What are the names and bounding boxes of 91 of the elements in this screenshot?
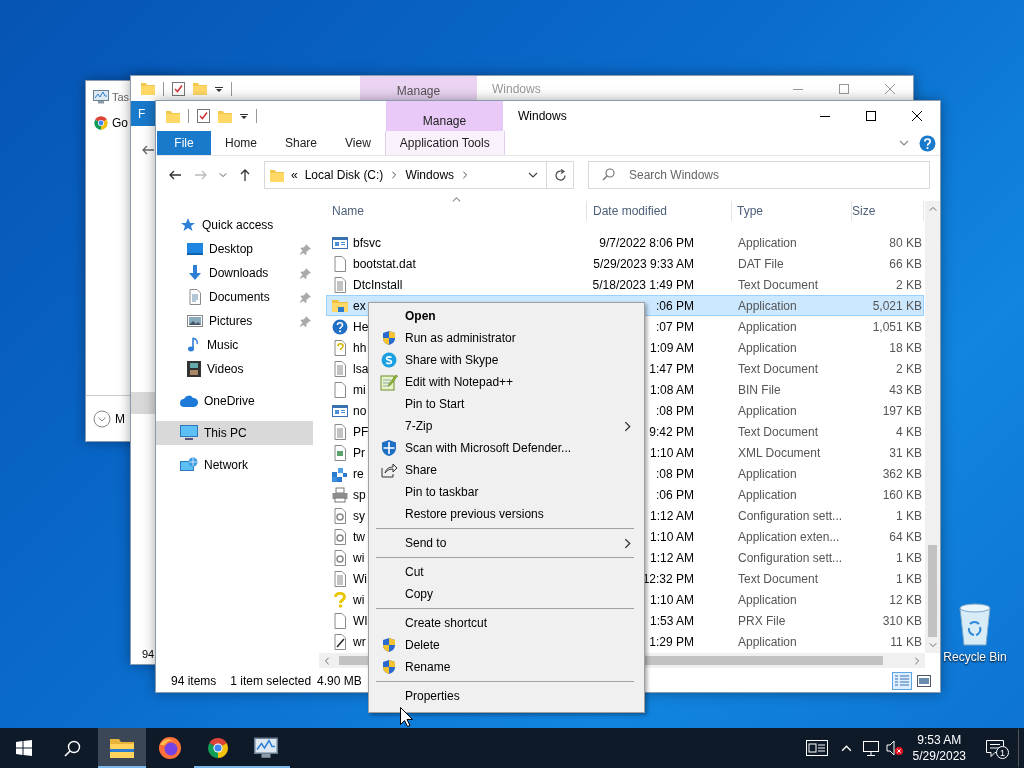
type-cell-text: Text Document (737, 361, 820, 376)
type-cell-text: Application (737, 466, 798, 481)
file-name: wi (353, 550, 365, 565)
type-cell-text: Text Document (737, 571, 820, 586)
type-cell-text: Text Document (737, 424, 820, 439)
type-cell-text: Application (737, 592, 798, 607)
file-name: bootstat.dat (353, 256, 416, 271)
type-cell-text: Configuration sett... (737, 508, 844, 523)
type-cell-text: Application (737, 487, 798, 502)
size-cell-text: 18 KB (888, 340, 923, 355)
date-cell: 1:29 PM (649, 634, 694, 649)
date-cell: 1:47 PM (649, 361, 694, 376)
size-cell-text: 31 KB (888, 445, 923, 460)
notification-count: 1 (996, 746, 1009, 759)
size-cell-text: 160 KB (881, 487, 923, 502)
date-cell: :06 PM (656, 298, 694, 313)
type-cell-text: Configuration sett... (737, 550, 844, 565)
size-cell-text: 2 KB (895, 361, 923, 376)
file-name: wr (353, 634, 366, 649)
size-cell-text: 12 KB (888, 592, 923, 607)
file-name: tw (353, 529, 365, 544)
file-name: bfsvc (353, 235, 381, 250)
size-cell-text: 310 KB (881, 613, 923, 628)
file-name: sy (353, 508, 365, 523)
selection-info: 1 item selected (230, 674, 312, 688)
contextual-tab-header: Manage (360, 76, 477, 101)
type-cell-text: PRX File (737, 613, 787, 628)
window-title: Windows (491, 80, 541, 98)
size-cell-text: 66 KB (888, 256, 923, 271)
date-cell: 5/18/2023 1:49 PM (592, 277, 694, 292)
date-cell: :08 PM (656, 403, 694, 418)
size-cell-text: 5,021 KB (871, 298, 923, 313)
selection-size: 4.90 MB (317, 674, 362, 688)
window-title: Tas (112, 91, 130, 103)
size-cell-text: 1 KB (895, 571, 923, 586)
type-cell-text: Application (737, 634, 798, 649)
date-cell: :08 PM (656, 466, 694, 481)
date-cell: 1:10 AM (649, 529, 694, 544)
type-cell-text: Application (737, 340, 798, 355)
contextual-tab-header: Manage (386, 101, 503, 131)
date-cell: 1:09 AM (649, 340, 694, 355)
size-cell-text: 2 KB (895, 277, 923, 292)
date-cell: 9/7/2022 8:06 PM (599, 235, 694, 250)
size-cell-text: 197 KB (881, 403, 923, 418)
type-cell-text: DAT File (737, 256, 785, 271)
process-name: Go (112, 116, 128, 130)
type-cell-text: Application (737, 403, 798, 418)
file-name: Pr (353, 445, 365, 460)
date-cell: 1:12 AM (649, 550, 694, 565)
size-cell-text: 1 KB (895, 550, 923, 565)
file-name: sp (353, 487, 366, 502)
size-cell-text: 4 KB (895, 424, 923, 439)
date-cell: 5/29/2023 9:33 AM (593, 256, 694, 271)
type-cell-text: XML Document (737, 445, 822, 460)
item-count: 94 items (171, 674, 217, 688)
size-cell-text: 1 KB (895, 508, 923, 523)
file-name: WI (353, 613, 368, 628)
type-cell-text: Application (737, 235, 798, 250)
date-cell: :06 PM (656, 487, 694, 502)
file-name: no (353, 403, 367, 418)
date-cell: 1:53 AM (649, 613, 694, 628)
file-name: lsa (353, 361, 369, 376)
file-name: mi (353, 382, 366, 397)
size-cell-text: 362 KB (881, 466, 923, 481)
file-name: PF (353, 424, 369, 439)
date-cell: 1:12 AM (649, 508, 694, 523)
file-name: wi (353, 592, 365, 607)
size-cell-text: 1,051 KB (871, 319, 923, 334)
type-cell-text: BIN File (737, 382, 782, 397)
file-name: Wi (353, 571, 367, 586)
type-cell-text: Application exten... (737, 529, 841, 544)
status-text: 94 (141, 648, 156, 662)
date-cell: 9:42 PM (649, 424, 694, 439)
type-cell-text: Application (737, 298, 798, 313)
file-name: DtcInstall (353, 277, 403, 292)
file-name: re (353, 466, 364, 481)
date-cell: 12:32 PM (642, 571, 694, 586)
file-name: ex (353, 298, 366, 313)
window-title: Windows (517, 108, 567, 125)
date-cell: 1:08 AM (649, 382, 694, 397)
size-cell-text: 80 KB (888, 235, 923, 250)
file-name: hh (353, 340, 367, 355)
type-cell-text: Text Document (737, 277, 820, 292)
date-cell: 1:10 AM (649, 592, 694, 607)
date-cell: 1:10 AM (649, 445, 694, 460)
file-name: He (353, 319, 369, 334)
date-cell: :07 PM (656, 319, 694, 334)
size-cell-text: 64 KB (888, 529, 923, 544)
size-cell-text: 11 KB (889, 634, 923, 649)
type-cell-text: Application (737, 319, 798, 334)
size-cell-text: 43 KB (888, 382, 923, 397)
